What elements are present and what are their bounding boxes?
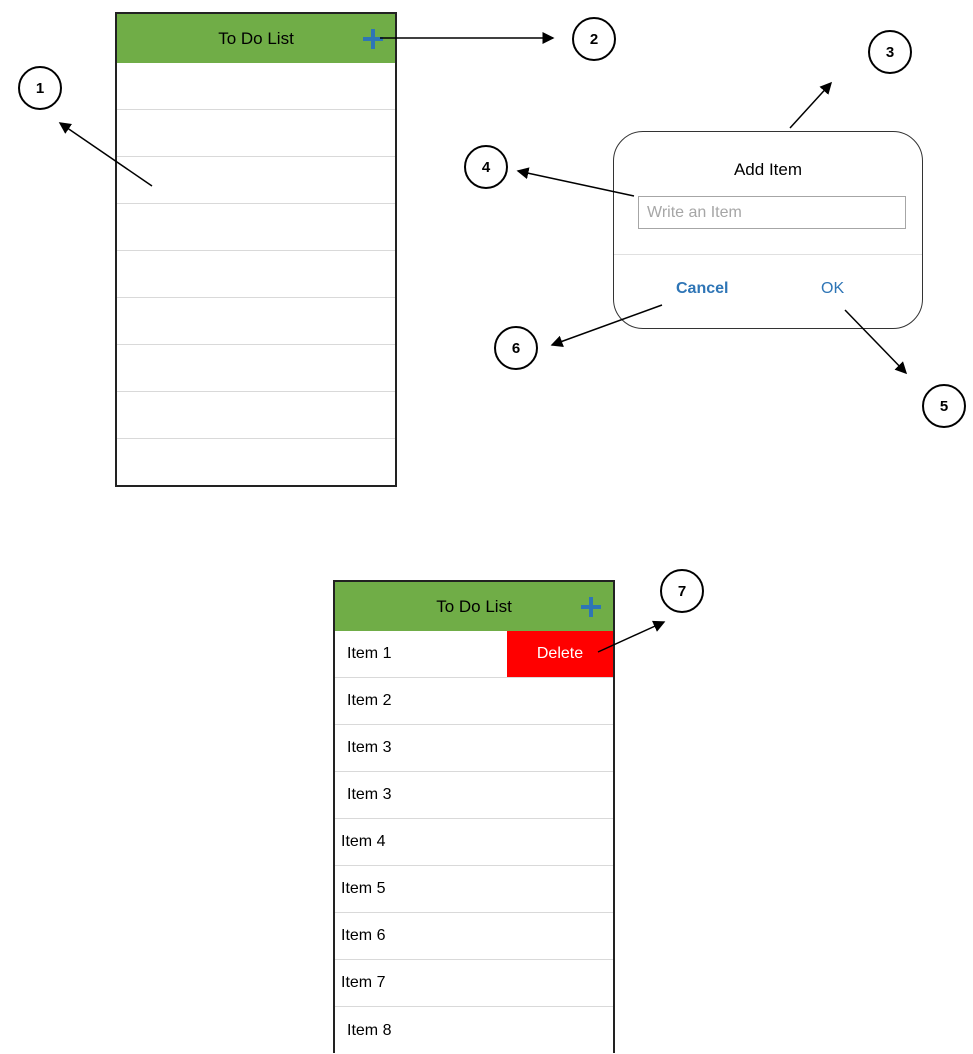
callout-4: 4	[464, 145, 508, 189]
arrow-3	[789, 81, 833, 129]
arrow-1	[58, 122, 153, 187]
arrow-5	[844, 309, 908, 375]
arrow-4	[516, 167, 635, 197]
callout-1: 1	[18, 66, 62, 110]
callout-6: 6	[494, 326, 538, 370]
callout-7: 7	[660, 569, 704, 613]
arrow-7	[597, 620, 666, 653]
arrow-6	[550, 304, 663, 348]
callout-5: 5	[922, 384, 966, 428]
callout-2: 2	[572, 17, 616, 61]
callout-3: 3	[868, 30, 912, 74]
